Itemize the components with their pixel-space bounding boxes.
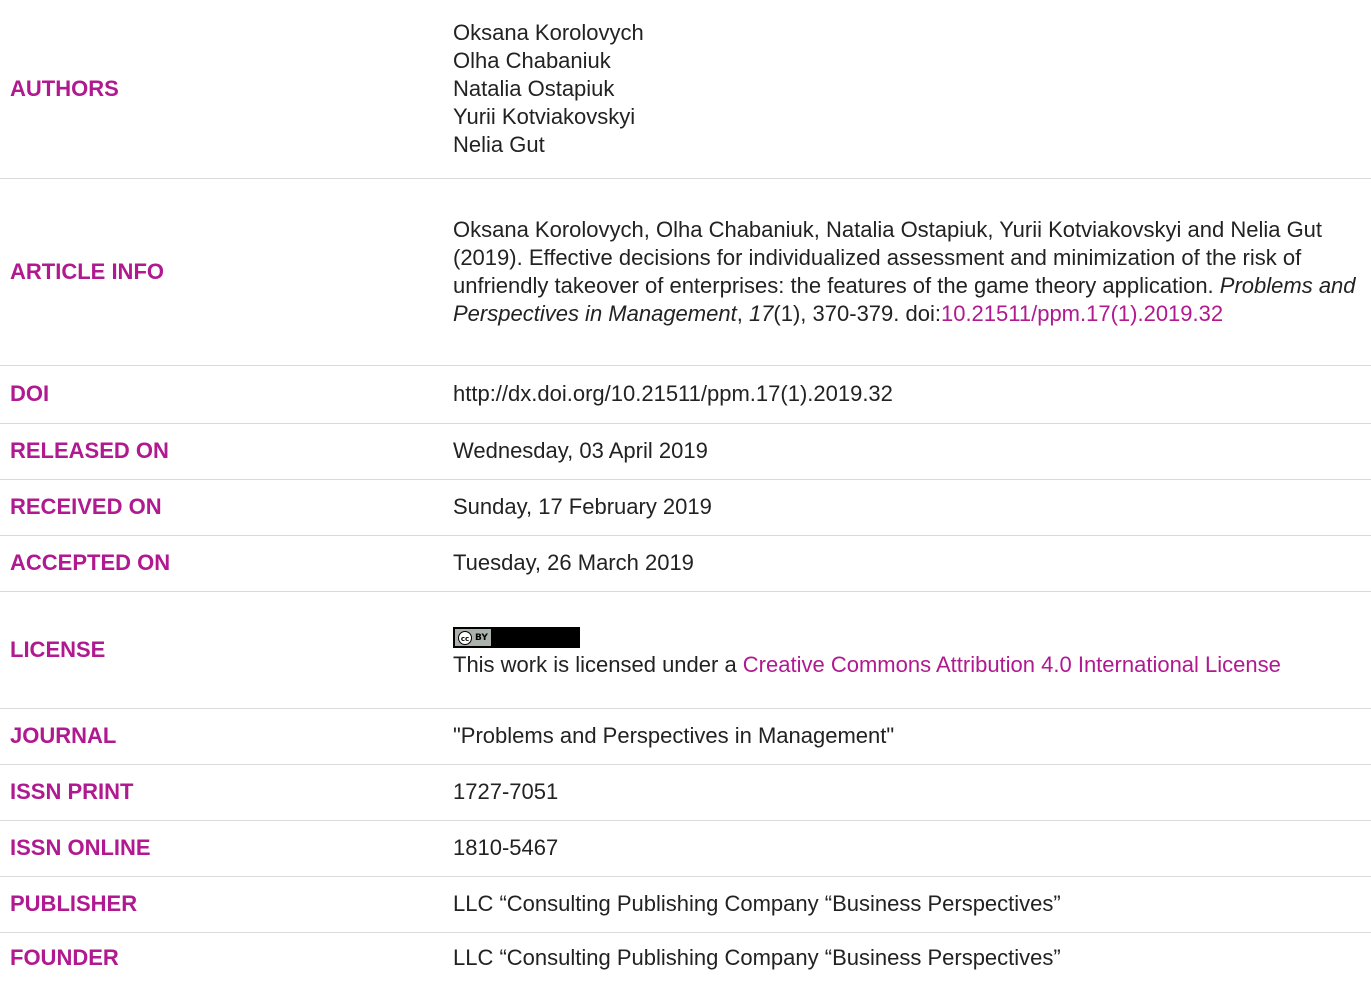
doi-row: DOI http://dx.doi.org/10.21511/ppm.17(1)… <box>0 365 1371 424</box>
received-value: Sunday, 17 February 2019 <box>453 479 1371 536</box>
accepted-label: ACCEPTED ON <box>10 550 171 575</box>
accepted-value: Tuesday, 26 March 2019 <box>453 535 1371 592</box>
founder-label: FOUNDER <box>10 945 119 971</box>
author-name: Natalia Ostapiuk <box>453 75 615 101</box>
issn-online-row: ISSN ONLINE 1810-5467 <box>0 820 1371 877</box>
publisher-value: LLC “Consulting Publishing Company “Busi… <box>453 876 1371 933</box>
issn-print-label: ISSN PRINT <box>10 779 134 804</box>
author-name: Nelia Gut <box>453 131 545 157</box>
article-info-row: ARTICLE INFO Oksana Korolovych, Olha Cha… <box>0 178 1371 366</box>
journal-label: JOURNAL <box>10 723 117 748</box>
citation-volume: 17 <box>748 300 774 326</box>
accepted-row: ACCEPTED ON Tuesday, 26 March 2019 <box>0 535 1371 592</box>
publisher-row: PUBLISHER LLC “Consulting Publishing Com… <box>0 876 1371 933</box>
issn-online-label: ISSN ONLINE <box>10 835 151 860</box>
founder-row: FOUNDER LLC “Consulting Publishing Compa… <box>0 932 1371 984</box>
author-name: Yurii Kotviakovskyi <box>453 103 636 129</box>
license-row: LICENSE cc BY This work is licensed unde… <box>0 591 1371 709</box>
issn-print-row: ISSN PRINT 1727-7051 <box>0 764 1371 821</box>
license-text: This work is licensed under a <box>453 652 743 678</box>
released-row: RELEASED ON Wednesday, 03 April 2019 <box>0 423 1371 480</box>
authors-value: Oksana Korolovych Olha Chabaniuk Natalia… <box>453 0 1371 179</box>
cc-icon: cc <box>458 630 472 645</box>
article-metadata-table: AUTHORS Oksana Korolovych Olha Chabaniuk… <box>0 0 1371 984</box>
released-value: Wednesday, 03 April 2019 <box>453 423 1371 480</box>
license-label: LICENSE <box>10 636 106 662</box>
author-name: Olha Chabaniuk <box>453 47 611 73</box>
journal-row: JOURNAL "Problems and Perspectives in Ma… <box>0 708 1371 765</box>
doi-label: DOI <box>10 381 50 406</box>
citation-issue-pages: (1), 370-379. doi: <box>773 300 941 326</box>
doi-value: http://dx.doi.org/10.21511/ppm.17(1).201… <box>453 365 1371 424</box>
license-link[interactable]: Creative Commons Attribution 4.0 Interna… <box>743 652 1281 677</box>
by-icon: BY <box>475 632 488 643</box>
issn-print-value: 1727-7051 <box>453 764 1371 821</box>
authors-row: AUTHORS Oksana Korolovych Olha Chabaniuk… <box>0 0 1371 179</box>
citation-doi-link[interactable]: 10.21511/ppm.17(1).2019.32 <box>941 301 1223 326</box>
received-label: RECEIVED ON <box>10 494 162 519</box>
founder-value: LLC “Consulting Publishing Company “Busi… <box>453 945 1061 971</box>
article-info-value: Oksana Korolovych, Olha Chabaniuk, Natal… <box>453 178 1371 366</box>
released-label: RELEASED ON <box>10 438 169 463</box>
authors-label: AUTHORS <box>10 75 119 101</box>
journal-value: "Problems and Perspectives in Management… <box>453 708 1371 765</box>
cc-by-license-badge-icon[interactable]: cc BY <box>453 627 580 649</box>
author-name: Oksana Korolovych <box>453 19 644 45</box>
license-value: cc BY This work is licensed under a Crea… <box>453 591 1371 709</box>
article-info-label: ARTICLE INFO <box>10 258 164 284</box>
issn-online-value: 1810-5467 <box>453 820 1371 877</box>
citation-text: Oksana Korolovych, Olha Chabaniuk, Natal… <box>453 216 1323 298</box>
received-row: RECEIVED ON Sunday, 17 February 2019 <box>0 479 1371 536</box>
publisher-label: PUBLISHER <box>10 891 138 916</box>
